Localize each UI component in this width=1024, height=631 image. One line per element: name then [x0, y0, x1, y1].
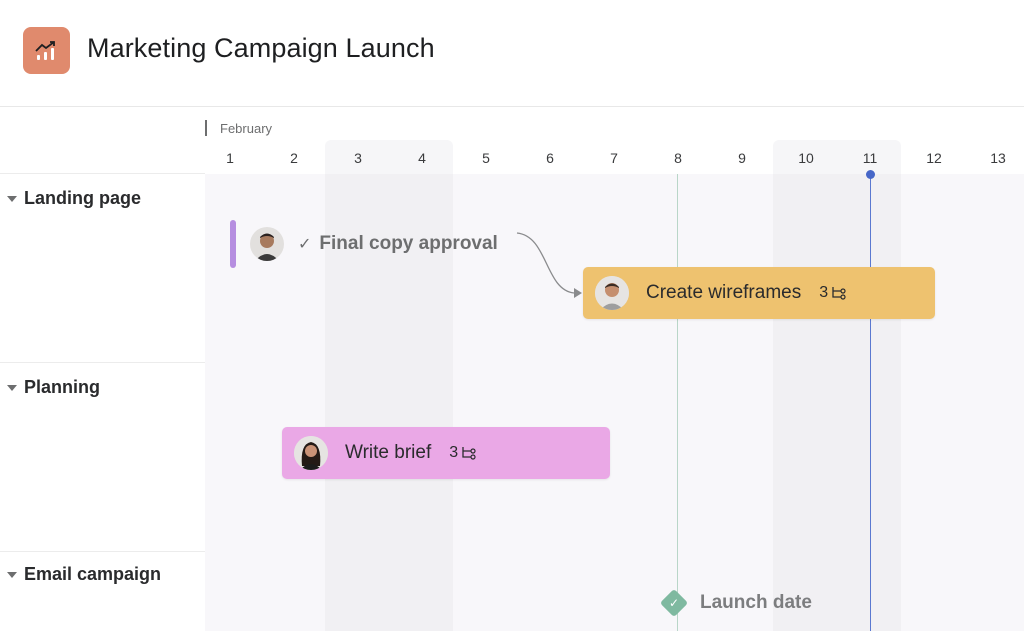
- section-divider: [0, 173, 205, 174]
- month-divider: [205, 120, 207, 136]
- project-header: Marketing Campaign Launch: [0, 0, 1024, 107]
- launch-date-line: [677, 174, 678, 631]
- day-label[interactable]: 10: [774, 150, 838, 166]
- avatar[interactable]: [595, 276, 629, 310]
- section-label: Email campaign: [24, 564, 162, 584]
- task-start-marker: [230, 220, 236, 268]
- milestone-name: Launch date: [700, 592, 812, 613]
- weekend-shade: [773, 174, 901, 631]
- milestone-launch-date[interactable]: ✓ Launch date: [659, 588, 812, 618]
- check-icon[interactable]: ✓: [298, 234, 311, 254]
- day-label[interactable]: 11: [838, 150, 902, 166]
- month-label: February: [220, 121, 273, 136]
- day-label[interactable]: 4: [390, 150, 454, 166]
- day-label[interactable]: 7: [582, 150, 646, 166]
- day-label[interactable]: 9: [710, 150, 774, 166]
- task-write-brief[interactable]: Write brief 3: [282, 427, 610, 479]
- trending-chart-icon: [23, 27, 70, 74]
- section-label: Landing page: [24, 188, 141, 208]
- section-divider: [0, 362, 205, 363]
- caret-down-icon[interactable]: [7, 195, 17, 202]
- task-name: Create wireframes: [646, 282, 802, 303]
- section-label: Planning: [24, 377, 100, 397]
- task-name: Write brief: [345, 442, 432, 463]
- day-label[interactable]: 3: [326, 150, 390, 166]
- section-email-campaign[interactable]: Email campaign: [7, 564, 161, 585]
- day-label[interactable]: 1: [198, 150, 262, 166]
- caret-down-icon[interactable]: [7, 571, 17, 578]
- day-label[interactable]: 2: [262, 150, 326, 166]
- day-label[interactable]: 8: [646, 150, 710, 166]
- section-planning[interactable]: Planning: [7, 377, 100, 398]
- day-label[interactable]: 13: [966, 150, 1024, 166]
- avatar[interactable]: [294, 436, 328, 470]
- task-create-wireframes[interactable]: Create wireframes 3: [583, 267, 935, 319]
- section-divider: [0, 551, 205, 552]
- avatar[interactable]: [250, 227, 284, 261]
- day-label[interactable]: 6: [518, 150, 582, 166]
- task-name: Final copy approval: [319, 233, 498, 254]
- caret-down-icon[interactable]: [7, 384, 17, 391]
- task-final-copy-approval[interactable]: ✓ Final copy approval: [230, 220, 498, 268]
- subtask-icon: [461, 446, 477, 460]
- milestone-diamond-icon[interactable]: ✓: [659, 588, 689, 618]
- subtask-count: 3: [819, 284, 829, 301]
- section-list: Landing page Planning Email campaign: [0, 108, 205, 631]
- project-title: Marketing Campaign Launch: [87, 33, 435, 63]
- subtask-icon: [831, 286, 847, 300]
- today-marker: [866, 170, 875, 179]
- today-line: [870, 174, 871, 631]
- day-label[interactable]: 12: [902, 150, 966, 166]
- day-label[interactable]: 5: [454, 150, 518, 166]
- subtask-count: 3: [449, 444, 459, 461]
- timeline-header: February 1 2 3 4 5 6 7 8 9 10 11 12 13: [205, 108, 1024, 174]
- section-landing-page[interactable]: Landing page: [7, 188, 141, 209]
